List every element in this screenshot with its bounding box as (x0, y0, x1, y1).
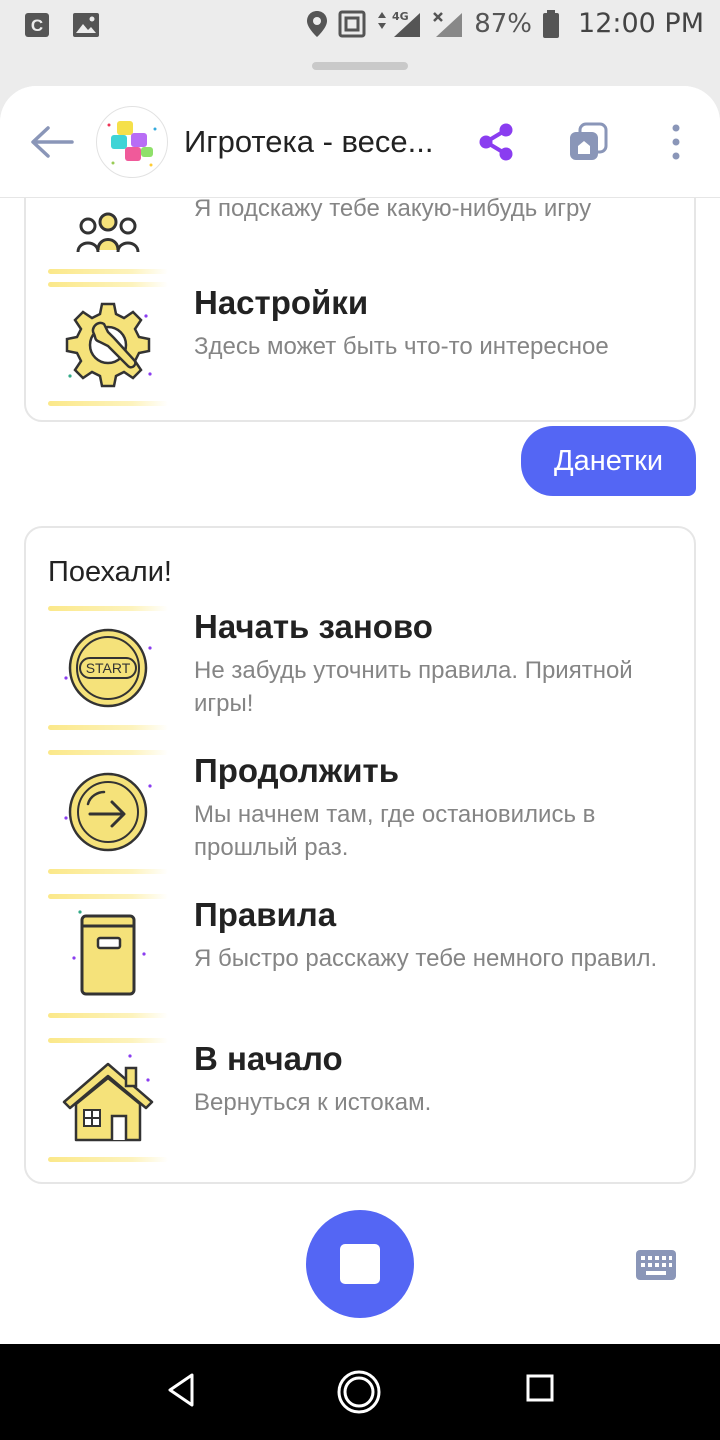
option-thumbnail (48, 894, 168, 1018)
option-item-restart[interactable]: START Начать заново Не забудь уточнить п… (48, 606, 668, 730)
book-icon (72, 910, 146, 996)
app-logo[interactable] (96, 106, 168, 178)
option-title: Начать заново (194, 608, 433, 645)
option-item-rules[interactable]: Правила Я быстро расскажу тебе немного п… (48, 894, 668, 1018)
share-icon[interactable] (476, 122, 516, 162)
app-title: Игротека - весе... (184, 124, 434, 159)
option-item[interactable]: Я подскажу тебе какую-нибудь игру (48, 198, 668, 274)
c-app-icon: C (25, 13, 49, 37)
reply-heading: Поехали! (48, 556, 172, 588)
option-description: Вернуться к истокам. (194, 1089, 432, 1116)
more-icon[interactable] (664, 122, 688, 162)
reply-options-card: Поехали! START Начать заново Не забудь у… (24, 526, 696, 1184)
user-message-bubble: Данетки (521, 426, 696, 496)
option-description: Здесь может быть что-то интересное (194, 333, 609, 360)
option-thumbnail (48, 1038, 168, 1162)
option-description: Мы начнем там, где остановились в прошлы… (194, 801, 596, 861)
app-header: Игротека - весе... (0, 86, 720, 198)
back-arrow-icon[interactable] (28, 120, 76, 164)
option-item-continue[interactable]: Продолжить Мы начнем там, где остановили… (48, 750, 668, 874)
start-icon-label: START (86, 660, 131, 676)
stop-icon (340, 1244, 380, 1284)
nav-back-icon[interactable] (166, 1372, 196, 1408)
people-icon (76, 212, 140, 253)
location-icon (307, 10, 328, 37)
nfc-icon (338, 10, 366, 37)
option-thumbnail (48, 282, 168, 406)
stop-listening-button[interactable] (306, 1210, 414, 1318)
nav-home-icon[interactable] (336, 1369, 382, 1415)
image-icon (73, 13, 99, 37)
continue-arrow-icon (64, 772, 152, 852)
sheet-drag-handle[interactable] (312, 62, 408, 70)
option-title: Правила (194, 896, 337, 933)
option-thumbnail (48, 198, 168, 274)
network-label: 4G (392, 10, 409, 23)
option-title: Продолжить (194, 752, 399, 789)
option-description: Я быстро расскажу тебе немного правил. (194, 945, 658, 972)
option-item-settings[interactable]: Настройки Здесь может быть что-то интере… (48, 282, 668, 406)
option-description: Я подскажу тебе какую-нибудь игру (194, 198, 592, 222)
option-item-home[interactable]: В начало Вернуться к истокам. (48, 1038, 668, 1162)
devices-icon[interactable] (566, 122, 610, 162)
chat-area[interactable]: Я подскажу тебе какую-нибудь игру Настро… (0, 198, 720, 1344)
option-title: Настройки (194, 284, 369, 321)
house-icon (62, 1054, 154, 1142)
option-description: Не забудь уточнить правила. Приятной игр… (194, 657, 633, 717)
clock: 12:00 PM (578, 8, 704, 39)
option-title: В начало (194, 1040, 343, 1077)
gear-wrench-icon (65, 302, 152, 388)
signal-icon (433, 11, 463, 37)
puzzle-logo-icon (107, 121, 157, 167)
battery-percent: 87% (474, 8, 533, 39)
battery-icon (543, 9, 560, 38)
assistant-sheet: Игротека - весе... Я подскажу тебе какую… (0, 86, 720, 1344)
svg-text:C: C (31, 16, 43, 35)
previous-options-card: Я подскажу тебе какую-нибудь игру Настро… (24, 198, 696, 422)
keyboard-icon[interactable] (636, 1250, 676, 1280)
system-nav-bar (0, 1344, 720, 1440)
user-message-text: Данетки (553, 445, 664, 477)
status-bar: C 4G 87% 12:00 PM (0, 0, 720, 52)
option-thumbnail: START (48, 606, 168, 730)
option-thumbnail (48, 750, 168, 874)
nav-recents-icon[interactable] (526, 1374, 554, 1402)
signal-4g-icon: 4G (378, 10, 421, 37)
start-icon: START (64, 628, 152, 708)
